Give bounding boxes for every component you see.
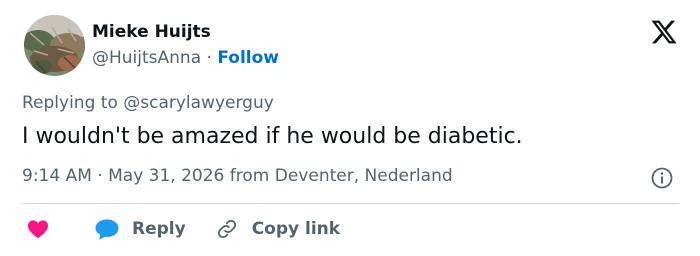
- user-handle[interactable]: @HuijtsAnna: [92, 48, 201, 68]
- source-prefix: from: [229, 166, 270, 186]
- follow-button[interactable]: Follow: [217, 48, 279, 68]
- tweet-location: Deventer, Nederland: [274, 166, 453, 186]
- tweet-time[interactable]: 9:14 AM: [22, 166, 92, 186]
- display-name[interactable]: Mieke Huijts: [92, 22, 211, 42]
- info-icon[interactable]: [650, 166, 674, 190]
- action-bar: Reply Copy link: [26, 214, 340, 244]
- tweet-text: I wouldn't be amazed if he would be diab…: [22, 124, 523, 149]
- divider: [22, 203, 679, 204]
- speech-bubble-icon: [95, 219, 119, 240]
- replying-to-handle[interactable]: @scarylawyerguy: [123, 93, 274, 113]
- replying-to-line: Replying to @scarylawyerguy: [22, 93, 274, 113]
- replying-prefix: Replying to: [22, 93, 118, 113]
- like-button[interactable]: [26, 217, 50, 241]
- reply-label: Reply: [132, 219, 186, 239]
- tweet-date[interactable]: May 31, 2026: [108, 166, 224, 186]
- meta-separator: ·: [97, 166, 103, 186]
- separator-dot: ·: [206, 48, 212, 68]
- copy-link-label: Copy link: [251, 219, 341, 239]
- reply-button[interactable]: Reply: [94, 217, 186, 241]
- avatar[interactable]: [24, 15, 85, 76]
- tweet-meta: 9:14 AM · May 31, 2026 from Deventer, Ne…: [22, 166, 453, 186]
- copy-link-button[interactable]: Copy link: [216, 218, 340, 240]
- handle-row: @HuijtsAnna · Follow: [92, 48, 279, 68]
- heart-icon: [28, 220, 48, 239]
- x-logo-icon[interactable]: [650, 18, 678, 46]
- link-icon: [217, 219, 236, 239]
